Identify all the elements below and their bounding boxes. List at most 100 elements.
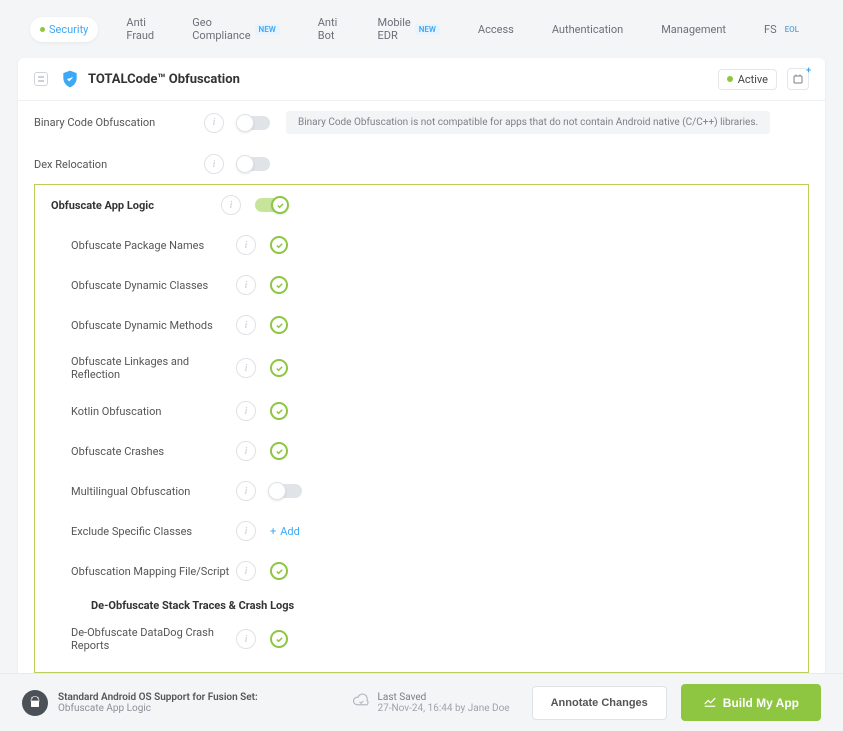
tab-label: Mobile EDR bbox=[377, 16, 410, 42]
toggle-multilingual[interactable] bbox=[270, 484, 302, 498]
row-label: Obfuscate Dynamic Classes bbox=[71, 279, 236, 292]
check-dynamic-methods[interactable] bbox=[270, 316, 288, 334]
row-crashes: Obfuscate Crashes i bbox=[55, 431, 808, 471]
row-label: Obfuscation Mapping File/Script bbox=[71, 565, 236, 578]
row-dynamic-classes: Obfuscate Dynamic Classes i bbox=[55, 265, 808, 305]
new-badge: NEW bbox=[415, 24, 440, 35]
build-icon bbox=[703, 694, 717, 711]
info-icon[interactable]: i bbox=[236, 315, 256, 335]
check-linkages[interactable] bbox=[270, 359, 288, 377]
info-icon[interactable]: i bbox=[236, 561, 256, 581]
panel-header: TOTALCode™ Obfuscation Active + bbox=[18, 58, 825, 101]
info-icon[interactable]: i bbox=[204, 154, 224, 174]
eol-badge: EOL bbox=[781, 24, 803, 35]
tab-label: Management bbox=[661, 23, 726, 36]
footer-bar: Standard Android OS Support for Fusion S… bbox=[0, 673, 843, 731]
sub-rows: Obfuscate Package Names i Obfuscate Dyna… bbox=[35, 225, 808, 662]
row-multilingual: Multilingual Obfuscation i bbox=[55, 471, 808, 511]
tab-label: Access bbox=[478, 23, 514, 36]
add-exclude-button[interactable]: + Add bbox=[270, 525, 300, 538]
tab-mobile-edr[interactable]: Mobile EDR NEW bbox=[367, 10, 449, 48]
tab-access[interactable]: Access bbox=[468, 17, 524, 42]
collapse-all-button[interactable] bbox=[34, 72, 48, 86]
check-datadog[interactable] bbox=[270, 630, 288, 648]
info-icon[interactable]: i bbox=[221, 195, 241, 215]
section-title: TOTALCode™ Obfuscation bbox=[88, 72, 240, 87]
main-panel: TOTALCode™ Obfuscation Active + Binary C… bbox=[18, 58, 825, 678]
check-package-names[interactable] bbox=[270, 236, 288, 254]
check-kotlin[interactable] bbox=[270, 402, 288, 420]
active-dot-icon bbox=[40, 27, 45, 32]
check-mapping[interactable] bbox=[270, 562, 288, 580]
annotate-changes-button[interactable]: Annotate Changes bbox=[532, 686, 667, 720]
row-package-names: Obfuscate Package Names i bbox=[55, 225, 808, 265]
status-label: Active bbox=[738, 73, 768, 86]
top-tabs: Security Anti Fraud Geo Compliance NEW Anti … bbox=[0, 0, 843, 58]
plus-icon: + bbox=[806, 66, 811, 76]
info-icon[interactable]: i bbox=[204, 113, 224, 133]
tab-label: Geo Compliance bbox=[192, 16, 250, 42]
toggle-binary[interactable] bbox=[238, 116, 270, 130]
row-label: Dex Relocation bbox=[34, 158, 204, 171]
tab-anti-bot[interactable]: Anti Bot bbox=[308, 10, 350, 48]
build-label: Build My App bbox=[723, 696, 799, 710]
info-icon[interactable]: i bbox=[236, 401, 256, 421]
row-label: De-Obfuscate DataDog Crash Reports bbox=[71, 626, 236, 652]
tab-management[interactable]: Management bbox=[651, 17, 736, 42]
last-saved-value: 27-Nov-24, 16:44 by Jane Doe bbox=[378, 703, 510, 714]
build-app-button[interactable]: Build My App bbox=[681, 684, 821, 721]
tab-geo-compliance[interactable]: Geo Compliance NEW bbox=[182, 10, 289, 48]
new-badge: NEW bbox=[255, 24, 280, 35]
row-datadog: De-Obfuscate DataDog Crash Reports i bbox=[55, 616, 808, 662]
row-obfuscate-app-logic: Obfuscate App Logic i bbox=[35, 185, 808, 225]
add-label: Add bbox=[280, 525, 300, 538]
check-crashes[interactable] bbox=[270, 442, 288, 460]
obfuscate-app-logic-group: Obfuscate App Logic i Obfuscate Package … bbox=[34, 184, 809, 673]
tab-anti-fraud[interactable]: Anti Fraud bbox=[116, 10, 164, 48]
cloud-sync-icon bbox=[352, 692, 370, 713]
row-label: Obfuscate Crashes bbox=[71, 445, 236, 458]
tab-security[interactable]: Security bbox=[30, 17, 98, 42]
android-icon bbox=[22, 690, 48, 716]
toggle-dex[interactable] bbox=[238, 157, 270, 171]
deobfuscate-heading: De-Obfuscate Stack Traces & Crash Logs bbox=[55, 591, 808, 616]
footer-platform-line2: Obfuscate App Logic bbox=[58, 703, 258, 714]
info-icon[interactable]: i bbox=[236, 275, 256, 295]
tab-authentication[interactable]: Authentication bbox=[542, 17, 633, 42]
row-label: Kotlin Obfuscation bbox=[71, 405, 236, 418]
tab-fs[interactable]: FS EOL bbox=[754, 17, 813, 42]
status-dot-icon bbox=[727, 76, 733, 82]
tab-label: Authentication bbox=[552, 23, 623, 36]
tab-label: Security bbox=[49, 23, 88, 36]
row-dynamic-methods: Obfuscate Dynamic Methods i bbox=[55, 305, 808, 345]
row-binary-obfuscation: Binary Code Obfuscation i Binary Code Ob… bbox=[18, 101, 825, 144]
tab-label: Anti Fraud bbox=[126, 16, 154, 42]
row-label: Obfuscate App Logic bbox=[51, 199, 221, 212]
row-label: Exclude Specific Classes bbox=[71, 525, 236, 538]
tab-label: Anti Bot bbox=[318, 16, 340, 42]
check-dynamic-classes[interactable] bbox=[270, 276, 288, 294]
row-linkages-reflection: Obfuscate Linkages and Reflection i bbox=[55, 345, 808, 391]
last-saved-label: Last Saved bbox=[378, 692, 510, 703]
toggle-app-logic[interactable] bbox=[255, 198, 287, 212]
add-fusion-button[interactable]: + bbox=[787, 68, 809, 90]
row-dex-relocation: Dex Relocation i bbox=[18, 144, 825, 184]
info-icon[interactable]: i bbox=[236, 358, 256, 378]
tab-label: FS bbox=[764, 23, 777, 36]
settings-rows: Binary Code Obfuscation i Binary Code Ob… bbox=[18, 101, 825, 678]
row-label: Multilingual Obfuscation bbox=[71, 485, 236, 498]
row-label: Obfuscate Linkages and Reflection bbox=[71, 355, 236, 381]
info-icon[interactable]: i bbox=[236, 235, 256, 255]
row-label: Obfuscate Package Names bbox=[71, 239, 236, 252]
shield-icon bbox=[60, 69, 80, 89]
row-label: Binary Code Obfuscation bbox=[34, 116, 204, 129]
footer-platform-line1: Standard Android OS Support for Fusion S… bbox=[58, 692, 258, 703]
info-icon[interactable]: i bbox=[236, 441, 256, 461]
info-icon[interactable]: i bbox=[236, 521, 256, 541]
info-message: Binary Code Obfuscation is not compatibl… bbox=[286, 111, 770, 134]
row-kotlin: Kotlin Obfuscation i bbox=[55, 391, 808, 431]
row-mapping-file: Obfuscation Mapping File/Script i bbox=[55, 551, 808, 591]
info-icon[interactable]: i bbox=[236, 629, 256, 649]
row-exclude-classes: Exclude Specific Classes i + Add bbox=[55, 511, 808, 551]
info-icon[interactable]: i bbox=[236, 481, 256, 501]
